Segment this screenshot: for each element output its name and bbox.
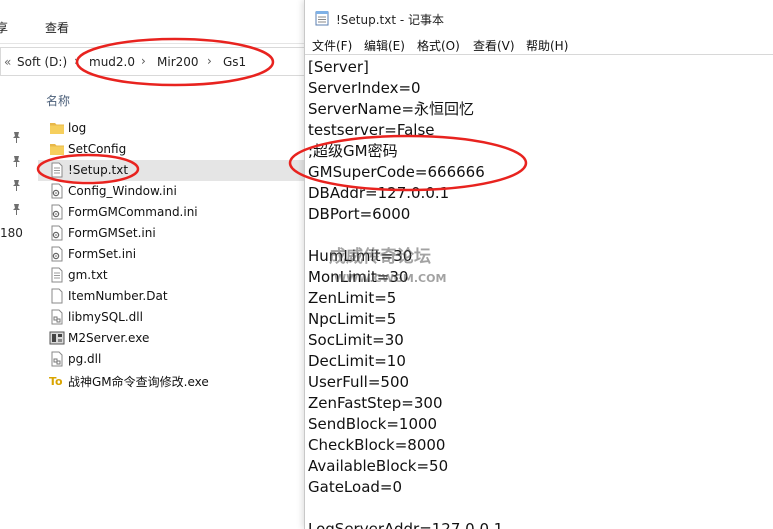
file-row-formset-ini[interactable]: FormSet.ini (38, 244, 305, 265)
tools-exe-icon: To (49, 375, 63, 388)
breadcrumb-chevron-icon[interactable]: › (207, 54, 212, 68)
file-name: ItemNumber.Dat (68, 289, 168, 303)
blank-file-icon (51, 288, 63, 304)
breadcrumb-overflow-icon[interactable]: « (4, 55, 11, 69)
config-file-icon (51, 225, 63, 241)
window-title: !Setup.txt - 记事本 (336, 13, 445, 27)
text-line: MonLimit=30 (308, 268, 409, 286)
menu-file[interactable]: 文件(F) (312, 37, 352, 54)
text-line: LogServerAddr=127.0.0.1 (308, 520, 504, 529)
pin-icon[interactable] (11, 155, 22, 167)
breadcrumb-chevron-icon[interactable]: › (141, 54, 146, 68)
dll-file-icon (51, 351, 63, 367)
file-name: log (68, 121, 87, 135)
text-line: GMSuperCode=666666 (308, 163, 485, 181)
breadcrumb-mud2[interactable]: mud2.0 (89, 55, 135, 69)
config-file-icon (51, 183, 63, 199)
file-name: libmySQL.dll (68, 310, 143, 324)
breadcrumb-mir200[interactable]: Mir200 (157, 55, 199, 69)
pin-icon[interactable] (11, 179, 22, 191)
file-name: M2Server.exe (68, 331, 150, 345)
text-file-icon (51, 267, 63, 283)
dll-file-icon (51, 309, 63, 325)
ribbon-tab-share[interactable]: 享 (0, 19, 8, 36)
text-line: ServerIndex=0 (308, 79, 421, 97)
text-line: DBAddr=127.0.0.1 (308, 184, 450, 202)
folder-icon (50, 123, 64, 134)
server-exe-icon (49, 331, 65, 345)
file-name: gm.txt (68, 268, 108, 282)
breadcrumb-gs1[interactable]: Gs1 (223, 55, 246, 69)
text-line: UserFull=500 (308, 373, 410, 391)
text-file-icon (51, 162, 63, 178)
text-line: AvailableBlock=50 (308, 457, 449, 475)
file-name: !Setup.txt (68, 163, 129, 177)
text-line: ZenLimit=5 (308, 289, 397, 307)
menu-format[interactable]: 格式(O) (417, 37, 460, 54)
file-row-formgmcommand-ini[interactable]: FormGMCommand.ini (38, 202, 305, 223)
file-row-libmysql-dll[interactable]: libmySQL.dll (38, 307, 305, 328)
text-line: testserver=False (308, 121, 435, 139)
menu-help[interactable]: 帮助(H) (526, 37, 568, 54)
title-bar[interactable]: !Setup.txt - 记事本 (305, 0, 773, 34)
config-file-icon (51, 204, 63, 220)
notepad-window: !Setup.txt - 记事本 文件(F) 编辑(E) 格式(O) 查看(V)… (304, 0, 773, 529)
file-row-gm-tool-exe[interactable]: To 战神GM命令查询修改.exe (38, 370, 305, 391)
menu-view[interactable]: 查看(V) (473, 37, 515, 54)
file-row-log[interactable]: log (38, 118, 305, 139)
file-row-formgmset-ini[interactable]: FormGMSet.ini (38, 223, 305, 244)
file-name: Config_Window.ini (68, 184, 177, 198)
notepad-icon (315, 11, 329, 26)
config-file-icon (51, 246, 63, 262)
folder-icon (50, 144, 64, 155)
menu-edit[interactable]: 编辑(E) (364, 37, 405, 54)
file-row-setconfig[interactable]: SetConfig (38, 139, 305, 160)
file-list: 名称 log SetConfig !Setup.txt Config_Windo… (35, 77, 305, 529)
nav-item-fragment[interactable]: 180 (0, 226, 23, 240)
file-row-config-window-ini[interactable]: Config_Window.ini (38, 181, 305, 202)
file-row-m2server-exe[interactable]: M2Server.exe (38, 328, 305, 349)
file-row-setup-txt[interactable]: !Setup.txt (38, 160, 305, 181)
text-line: HumLimit=30 (308, 247, 413, 265)
file-name: FormGMSet.ini (68, 226, 156, 240)
file-row-gm-txt[interactable]: gm.txt (38, 265, 305, 286)
text-line: SendBlock=1000 (308, 415, 438, 433)
file-row-pg-dll[interactable]: pg.dll (38, 349, 305, 370)
svg-text:To: To (49, 375, 63, 388)
file-name: FormSet.ini (68, 247, 137, 261)
text-line: [Server] (308, 58, 369, 76)
file-name: SetConfig (68, 142, 127, 156)
breadcrumb-drive[interactable]: Soft (D:) (17, 55, 67, 69)
text-line: DBPort=6000 (308, 205, 411, 223)
text-line: ;超级GM密码 (308, 142, 398, 160)
pin-icon[interactable] (11, 131, 22, 143)
column-header-name[interactable]: 名称 (46, 92, 70, 109)
file-name: 战神GM命令查询修改.exe (68, 375, 209, 389)
screenshot: 享 查看 « Soft (D:) › mud2.0 › Mir200 › Gs1… (0, 0, 773, 529)
file-row-itemnumber-dat[interactable]: ItemNumber.Dat (38, 286, 305, 307)
breadcrumb-chevron-icon[interactable]: › (74, 54, 79, 68)
file-name: pg.dll (68, 352, 102, 366)
text-line: GateLoad=0 (308, 478, 403, 496)
text-line: ZenFastStep=300 (308, 394, 443, 412)
text-line: ServerName=永恒回忆 (308, 100, 475, 118)
menu-bar: 文件(F) 编辑(E) 格式(O) 查看(V) 帮助(H) (305, 34, 773, 54)
navigation-pane: 180 (0, 77, 35, 529)
text-line: CheckBlock=8000 (308, 436, 446, 454)
text-line: SocLimit=30 (308, 331, 404, 349)
pin-icon[interactable] (11, 203, 22, 215)
text-editor[interactable]: [Server] ServerIndex=0 ServerName=永恒回忆 t… (305, 54, 773, 529)
file-name: FormGMCommand.ini (68, 205, 198, 219)
ribbon-tab-view[interactable]: 查看 (45, 19, 69, 36)
text-line: DecLimit=10 (308, 352, 406, 370)
address-bar[interactable]: « Soft (D:) › mud2.0 › Mir200 › Gs1 (0, 47, 305, 76)
text-line: NpcLimit=5 (308, 310, 397, 328)
